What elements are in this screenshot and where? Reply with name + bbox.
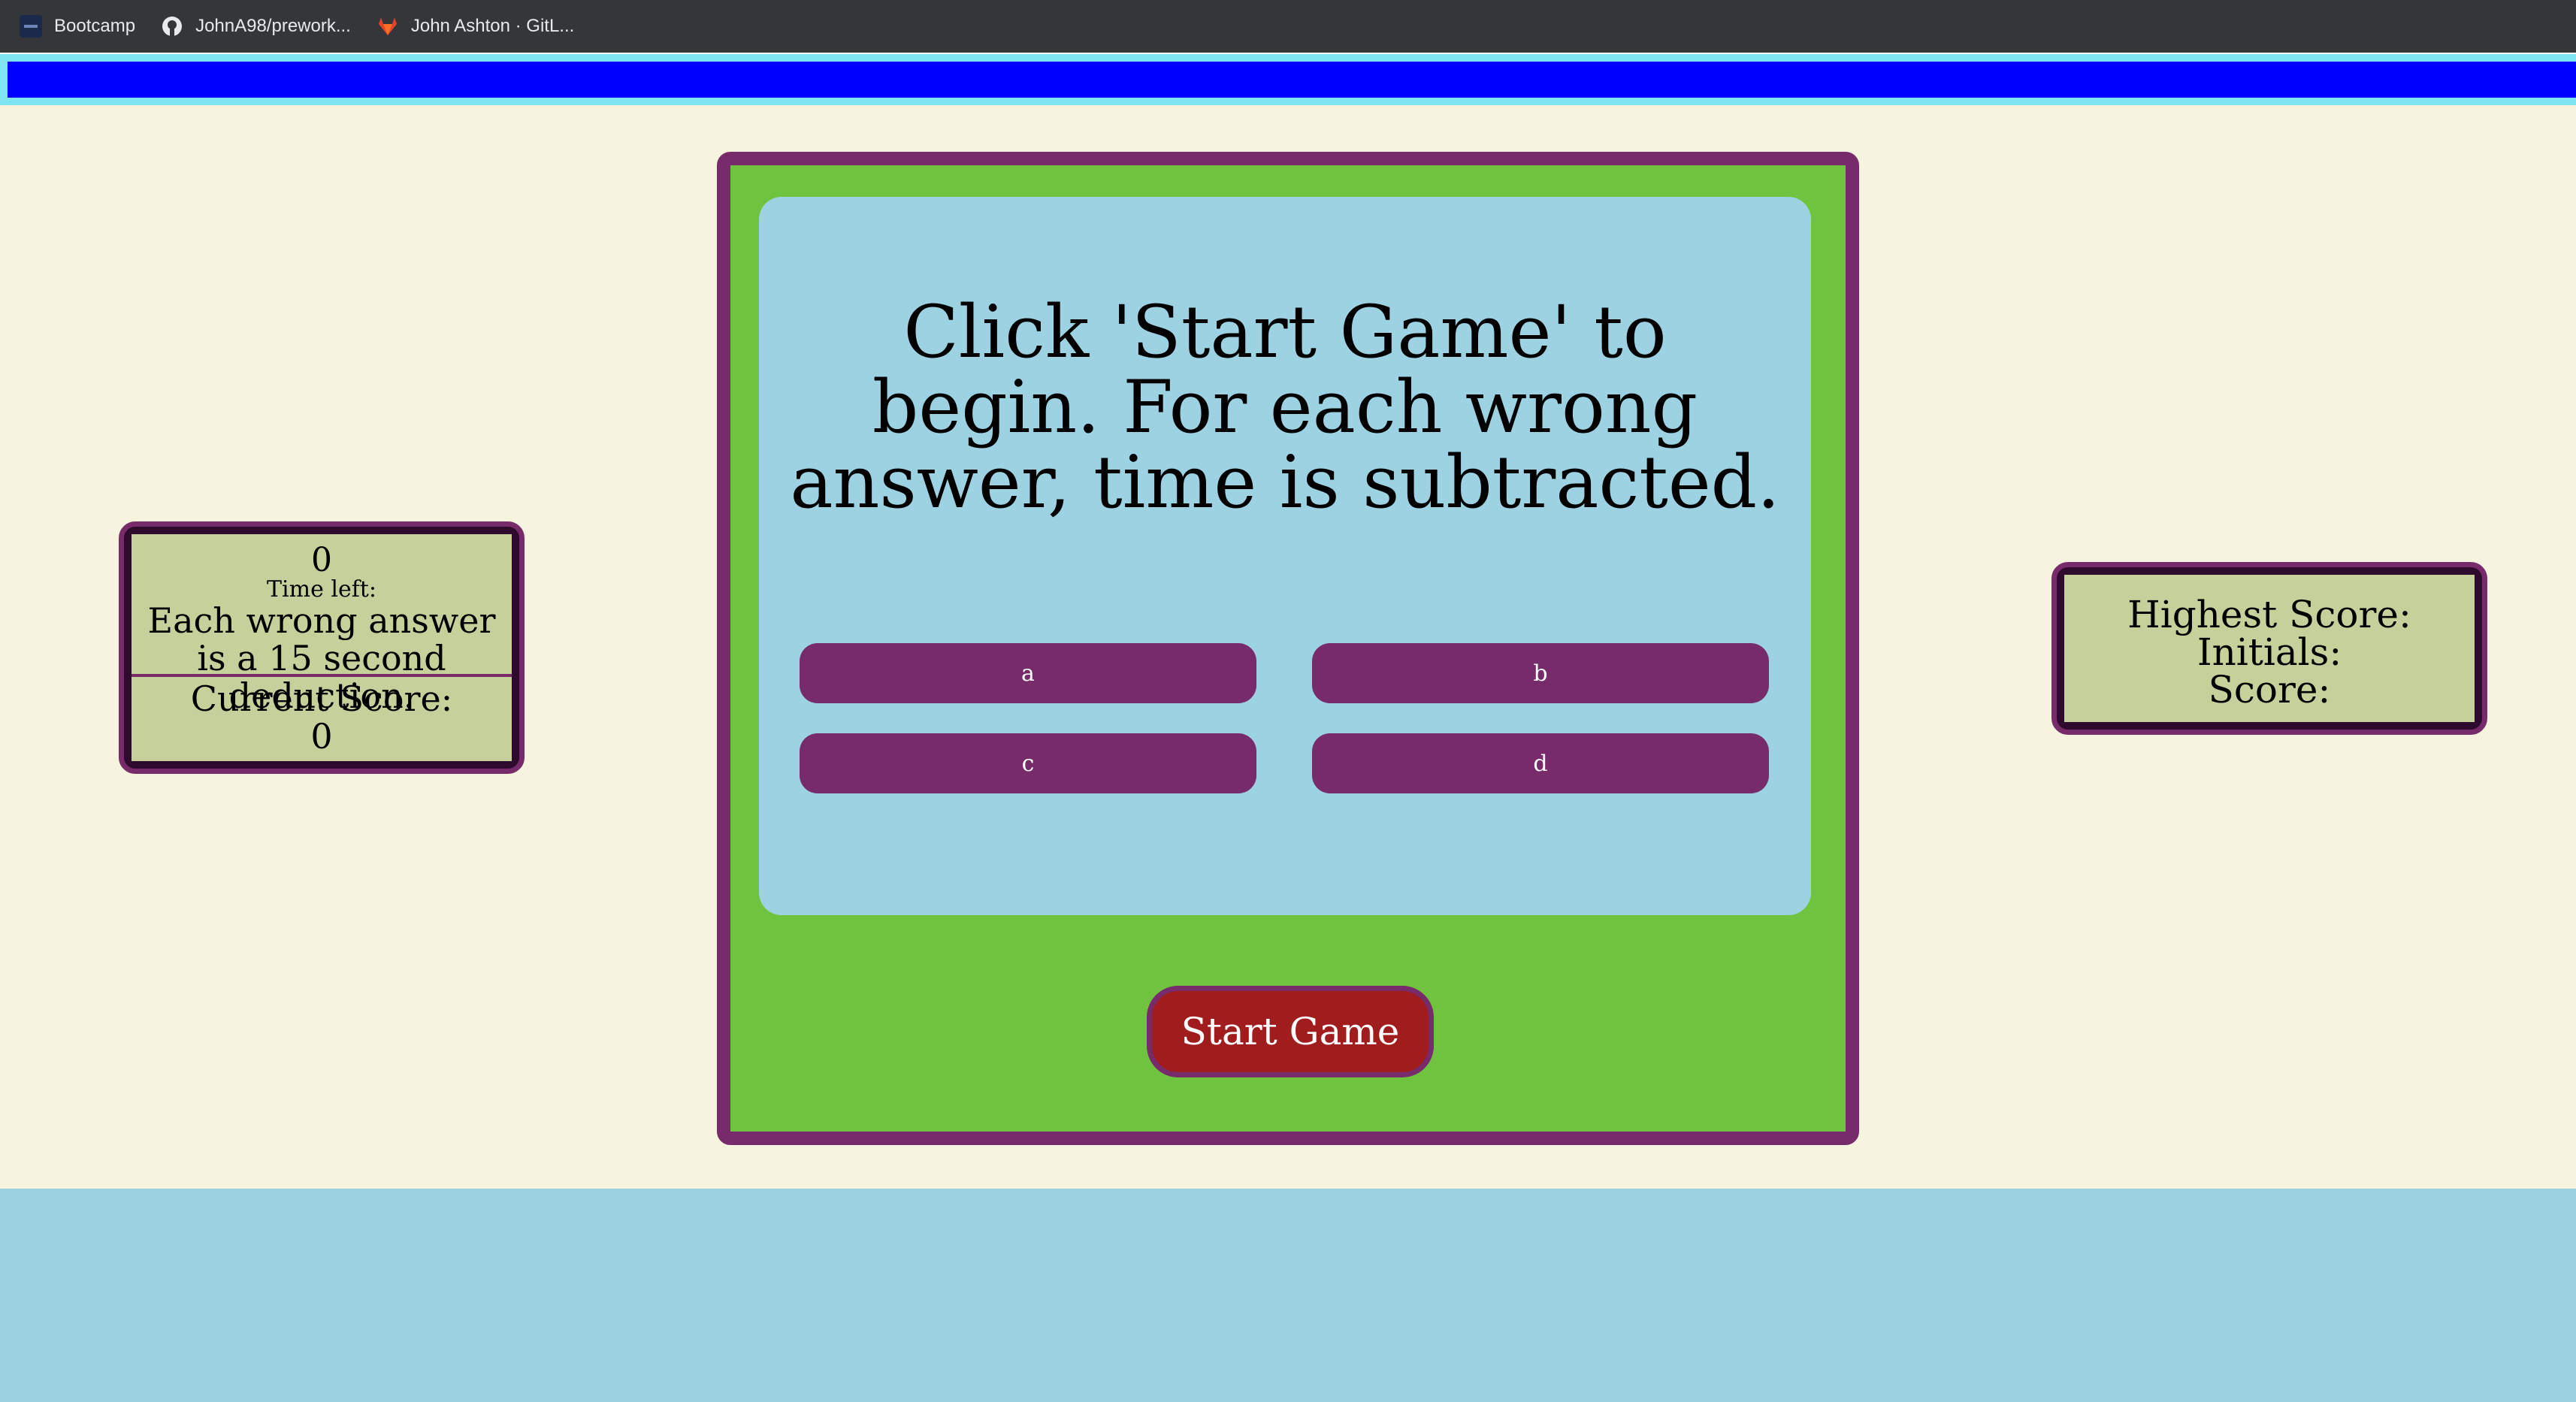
answer-button-b[interactable]: b <box>1312 643 1769 703</box>
bookmark-bootcamp[interactable]: Bootcamp <box>20 15 135 38</box>
highscore-panel-inner: Highest Score: Initials: Score: <box>2064 575 2475 722</box>
answer-button-d[interactable]: d <box>1312 733 1769 793</box>
current-score-value: 0 <box>310 716 333 757</box>
timer-count: 0 <box>311 541 332 579</box>
question-box: Click 'Start Game' to begin. For each wr… <box>759 197 1811 915</box>
bookmark-label: JohnA98/prework... <box>195 16 351 36</box>
question-text: Click 'Start Game' to begin. For each wr… <box>790 290 1780 524</box>
start-game-button[interactable]: Start Game <box>1147 986 1434 1077</box>
top-progress-bar <box>0 54 2576 105</box>
answer-button-a[interactable]: a <box>800 643 1256 703</box>
timer-label: Time left: <box>267 576 376 603</box>
answer-button-c[interactable]: c <box>800 733 1256 793</box>
gitlab-icon <box>376 15 399 38</box>
highscore-panel: Highest Score: Initials: Score: <box>2051 562 2487 735</box>
bookmarks-bar: Bootcamp JohnA98/prework... John Ashton … <box>0 0 2576 53</box>
bookmark-github[interactable]: JohnA98/prework... <box>161 15 351 38</box>
quiz-card: Click 'Start Game' to begin. For each wr… <box>717 152 1859 1145</box>
github-icon <box>161 15 183 38</box>
score-label: Score: <box>2208 668 2331 712</box>
initials-label: Initials: <box>2197 630 2342 674</box>
highest-score-label: Highest Score: <box>2127 593 2411 636</box>
timer-section: 0 Time left: Each wrong answer is a 15 s… <box>132 534 512 715</box>
bookmark-label: John Ashton · GitL... <box>410 16 575 36</box>
timer-panel-inner: 0 Time left: Each wrong answer is a 15 s… <box>132 534 512 761</box>
timer-panel: 0 Time left: Each wrong answer is a 15 s… <box>119 521 525 774</box>
bootcamp-icon <box>20 15 42 38</box>
footer <box>0 1189 2576 1402</box>
current-score-label: Current Score: <box>190 678 453 719</box>
progress-fill <box>8 62 2576 98</box>
bookmark-label: Bootcamp <box>54 16 136 36</box>
bookmark-gitlab[interactable]: John Ashton · GitL... <box>376 15 574 38</box>
